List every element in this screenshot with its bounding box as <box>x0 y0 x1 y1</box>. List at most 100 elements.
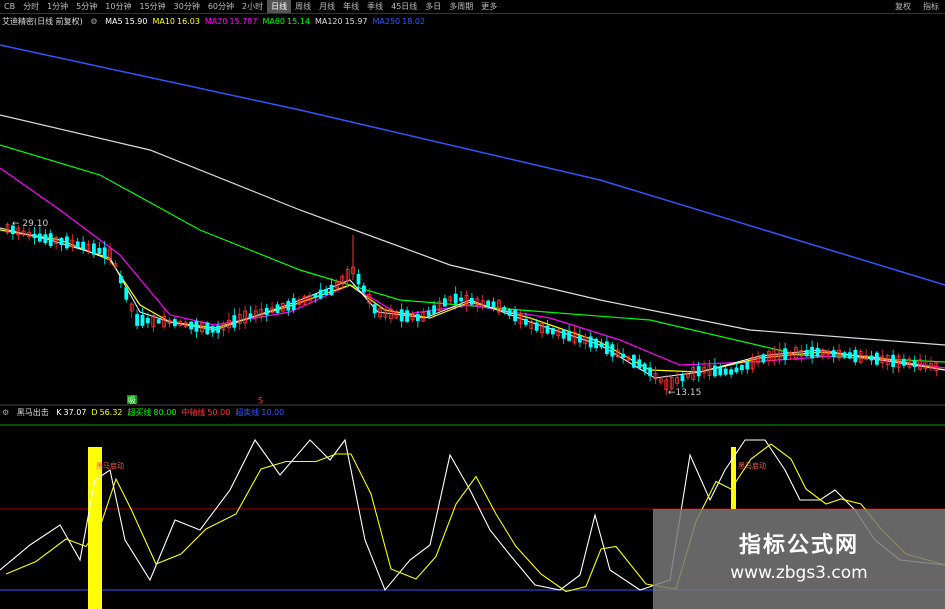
candle <box>189 321 194 330</box>
indicator-annotation: 黑马启动 <box>738 461 766 470</box>
candle <box>740 364 744 371</box>
candle <box>248 313 253 318</box>
candle <box>491 301 496 308</box>
candle <box>372 304 377 314</box>
candle <box>524 318 528 325</box>
candle <box>48 233 53 246</box>
candle <box>599 342 604 348</box>
candle <box>831 350 836 357</box>
candle <box>729 369 733 375</box>
high-price-label: ← 29.10 <box>12 219 48 229</box>
candle <box>286 300 291 311</box>
candle <box>92 243 96 255</box>
candle <box>172 319 177 327</box>
candle <box>810 346 814 359</box>
candle <box>513 310 517 322</box>
sell-signal-label: S <box>258 396 263 405</box>
candle <box>713 365 717 377</box>
candle <box>405 310 410 322</box>
watermark-url: www.zbgs3.com <box>730 563 868 583</box>
candle <box>621 353 625 358</box>
candle <box>761 354 766 363</box>
candle <box>723 368 728 375</box>
candle <box>502 306 507 313</box>
candle <box>875 352 879 365</box>
candle <box>869 355 874 361</box>
candle <box>140 314 145 326</box>
candle <box>210 326 215 333</box>
candle <box>567 330 571 341</box>
candle <box>718 367 723 376</box>
candle <box>588 336 593 348</box>
candle <box>545 325 550 334</box>
candle <box>205 322 210 335</box>
candle <box>119 275 123 284</box>
candle <box>216 325 221 333</box>
candle <box>194 321 199 332</box>
candle <box>442 298 447 307</box>
candle <box>507 309 512 316</box>
candle <box>469 297 474 305</box>
candle <box>415 314 420 322</box>
candle <box>135 314 140 326</box>
candle <box>578 335 582 343</box>
candle <box>815 347 820 357</box>
candle <box>275 304 280 313</box>
candle <box>891 354 895 367</box>
candle <box>81 241 85 250</box>
candle <box>329 284 334 296</box>
low-price-label: ←13.15 <box>668 388 701 398</box>
candle <box>75 241 80 248</box>
candle <box>783 348 787 361</box>
candle <box>32 233 37 239</box>
candle <box>610 344 615 357</box>
candle <box>313 294 318 299</box>
candle <box>356 273 361 285</box>
candle <box>534 322 539 331</box>
candle <box>486 300 491 307</box>
indicator-annotation: 黑马启动 <box>96 461 124 470</box>
candle <box>642 363 647 372</box>
candle <box>637 359 642 369</box>
candle <box>902 358 906 366</box>
candle <box>605 341 609 355</box>
watermark-title: 指标公式网 <box>738 533 859 558</box>
candle <box>264 307 269 316</box>
candle <box>291 298 296 311</box>
candle <box>696 366 701 377</box>
candle <box>318 289 323 299</box>
candle <box>102 247 107 259</box>
candle <box>594 338 598 349</box>
candle <box>561 329 566 339</box>
candle <box>453 293 458 304</box>
candle <box>145 318 150 324</box>
candle <box>38 233 42 242</box>
candle <box>124 287 129 300</box>
candle <box>432 305 437 314</box>
candle <box>156 319 161 324</box>
candle <box>65 236 69 249</box>
candle <box>632 354 636 368</box>
candle <box>745 361 750 370</box>
watermark: 指标公式网 www.zbgs3.com <box>653 509 945 609</box>
buy-signal-label: 吸 <box>128 396 136 405</box>
ma60-line <box>0 144 945 363</box>
ma250-line <box>0 44 945 286</box>
candle <box>361 285 366 293</box>
candle <box>399 309 404 322</box>
candle <box>842 352 847 358</box>
candle <box>912 360 917 367</box>
candle <box>853 349 858 363</box>
candle <box>648 367 652 377</box>
candle <box>97 247 102 254</box>
candle <box>804 350 809 356</box>
candle <box>459 297 464 302</box>
signal-highlight-bar <box>88 447 102 609</box>
candle <box>426 310 431 316</box>
candle <box>551 327 555 335</box>
candle <box>43 234 48 244</box>
candle <box>680 375 685 382</box>
candle <box>324 289 329 295</box>
candle <box>232 315 237 328</box>
candle <box>734 367 739 373</box>
